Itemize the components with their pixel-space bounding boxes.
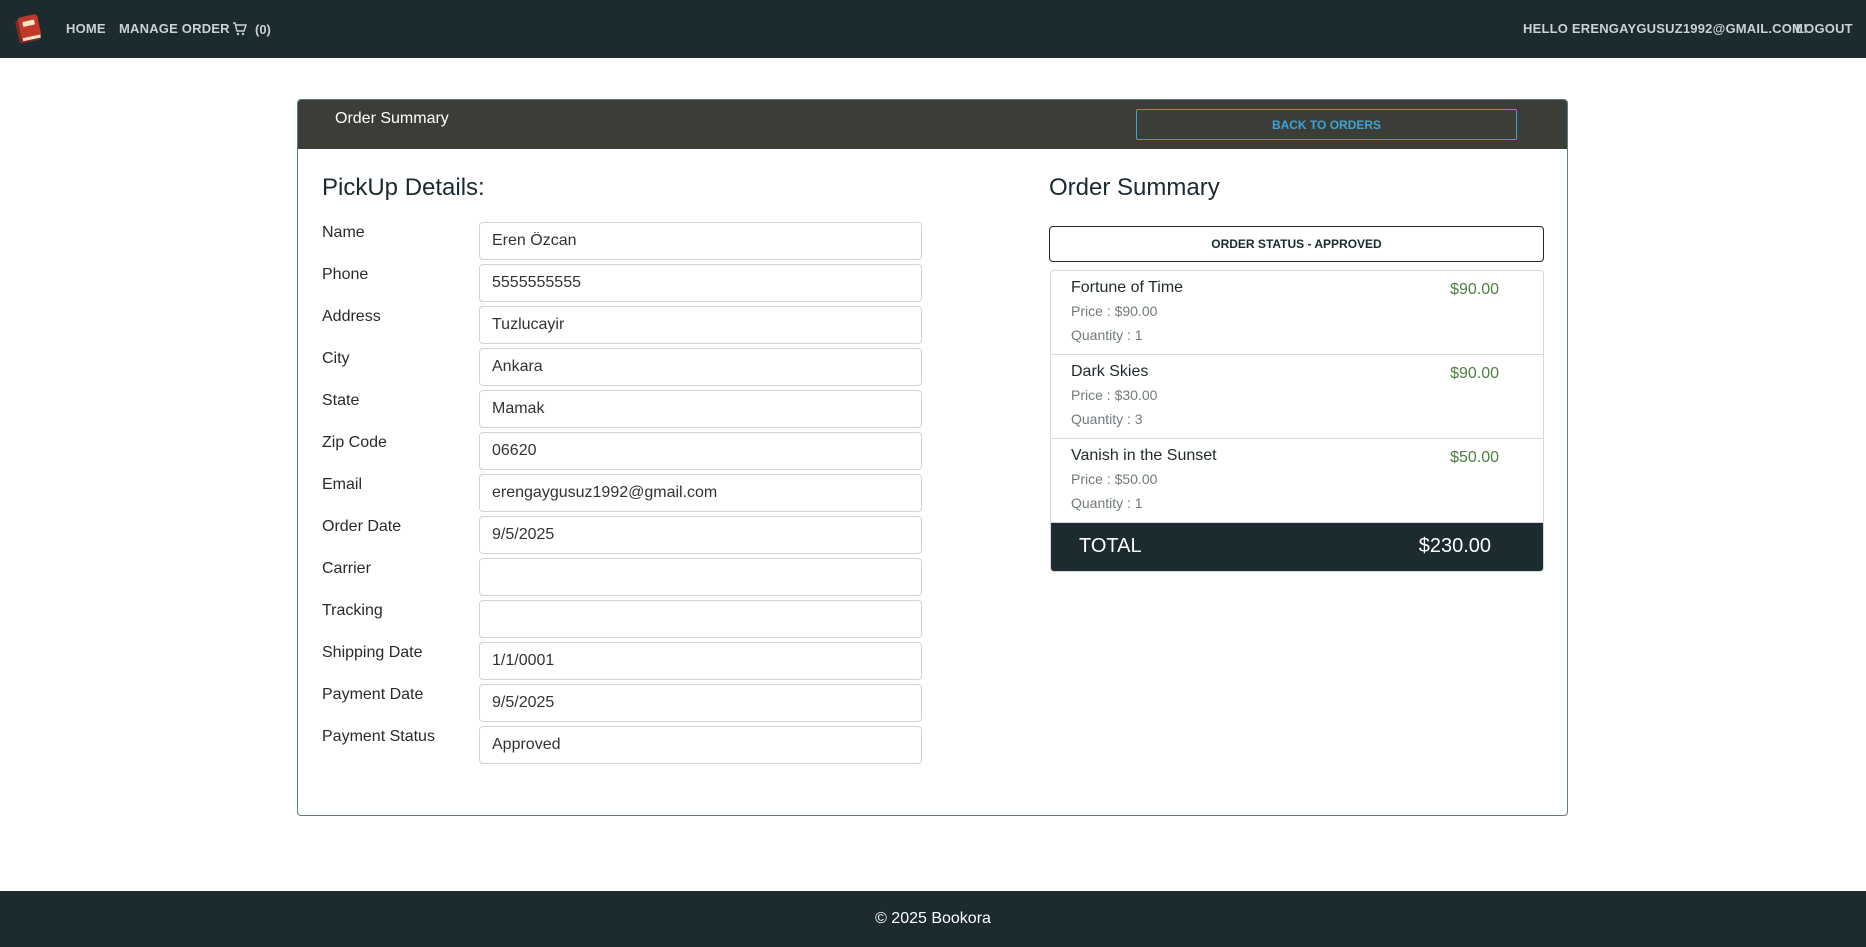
zip-code-field[interactable]: [479, 432, 922, 470]
total-value: $230.00: [1418, 535, 1491, 557]
name-label: Name: [322, 224, 365, 241]
shipping-date-label: Shipping Date: [322, 644, 423, 661]
item-quantity: Quantity : 1: [1071, 327, 1143, 343]
item-price: Price : $50.00: [1071, 471, 1158, 487]
order-date-label: Order Date: [322, 518, 402, 535]
cart-count: (0): [255, 21, 271, 37]
list-item: Fortune of Time Price : $90.00 Quantity …: [1051, 271, 1543, 355]
list-item: Dark Skies Price : $30.00 Quantity : 3 $…: [1051, 355, 1543, 439]
order-summary-heading: Order Summary: [1049, 174, 1220, 201]
carrier-label: Carrier: [322, 560, 371, 577]
nav-greeting: HELLO ERENGAYGUSUZ1992@GMAIL.COM!: [1523, 21, 1808, 36]
navbar: HOME MANAGE ORDER (0) HELLO ERENGAYGUSUZ…: [0, 0, 1866, 58]
city-field[interactable]: [479, 348, 922, 386]
phone-field[interactable]: [479, 264, 922, 302]
phone-label: Phone: [322, 266, 369, 283]
payment-date-field[interactable]: [479, 684, 922, 722]
item-price: Price : $30.00: [1071, 387, 1158, 403]
nav-home-link[interactable]: HOME: [66, 0, 106, 58]
state-label: State: [322, 392, 360, 409]
footer: © 2025 Bookora: [0, 891, 1866, 947]
carrier-field[interactable]: [479, 558, 922, 596]
order-date-field[interactable]: [479, 516, 922, 554]
address-field[interactable]: [479, 306, 922, 344]
footer-copyright: © 2025 Bookora: [875, 910, 991, 927]
name-field[interactable]: [479, 222, 922, 260]
order-summary-card: Order Summary BACK TO ORDERS PickUp Deta…: [297, 99, 1568, 816]
item-title: Dark Skies: [1071, 363, 1149, 380]
item-price: Price : $90.00: [1071, 303, 1158, 319]
total-bar: TOTAL $230.00: [1051, 523, 1543, 571]
email-field[interactable]: [479, 474, 922, 512]
tracking-label: Tracking: [322, 602, 383, 619]
cart-icon: [233, 22, 247, 36]
book-logo-icon[interactable]: [12, 12, 46, 46]
nav-manage-order-link[interactable]: MANAGE ORDER: [119, 0, 230, 58]
item-total: $90.00: [1450, 281, 1499, 298]
payment-status-label: Payment Status: [322, 728, 435, 745]
list-item: Vanish in the Sunset Price : $50.00 Quan…: [1051, 439, 1543, 523]
card-header: Order Summary BACK TO ORDERS: [298, 100, 1567, 149]
total-label: TOTAL: [1079, 535, 1142, 557]
order-items-list: Fortune of Time Price : $90.00 Quantity …: [1050, 270, 1544, 572]
payment-status-field[interactable]: [479, 726, 922, 764]
city-label: City: [322, 350, 350, 367]
item-quantity: Quantity : 1: [1071, 495, 1143, 511]
item-quantity: Quantity : 3: [1071, 411, 1143, 427]
item-title: Vanish in the Sunset: [1071, 447, 1217, 464]
item-title: Fortune of Time: [1071, 279, 1184, 296]
payment-date-label: Payment Date: [322, 686, 424, 703]
nav-logout-link[interactable]: LOGOUT: [1796, 0, 1853, 58]
address-label: Address: [322, 308, 381, 325]
order-status-badge: ORDER STATUS - APPROVED: [1049, 226, 1544, 262]
state-field[interactable]: [479, 390, 922, 428]
back-to-orders-button[interactable]: BACK TO ORDERS: [1136, 109, 1517, 140]
nav-cart-link[interactable]: (0): [232, 0, 271, 58]
shipping-date-field[interactable]: [479, 642, 922, 680]
item-total: $90.00: [1450, 365, 1499, 382]
tracking-field[interactable]: [479, 600, 922, 638]
pickup-heading: PickUp Details:: [322, 174, 485, 201]
zip-code-label: Zip Code: [322, 434, 387, 451]
item-total: $50.00: [1450, 449, 1499, 466]
card-title: Order Summary: [335, 110, 449, 127]
email-label: Email: [322, 476, 363, 493]
